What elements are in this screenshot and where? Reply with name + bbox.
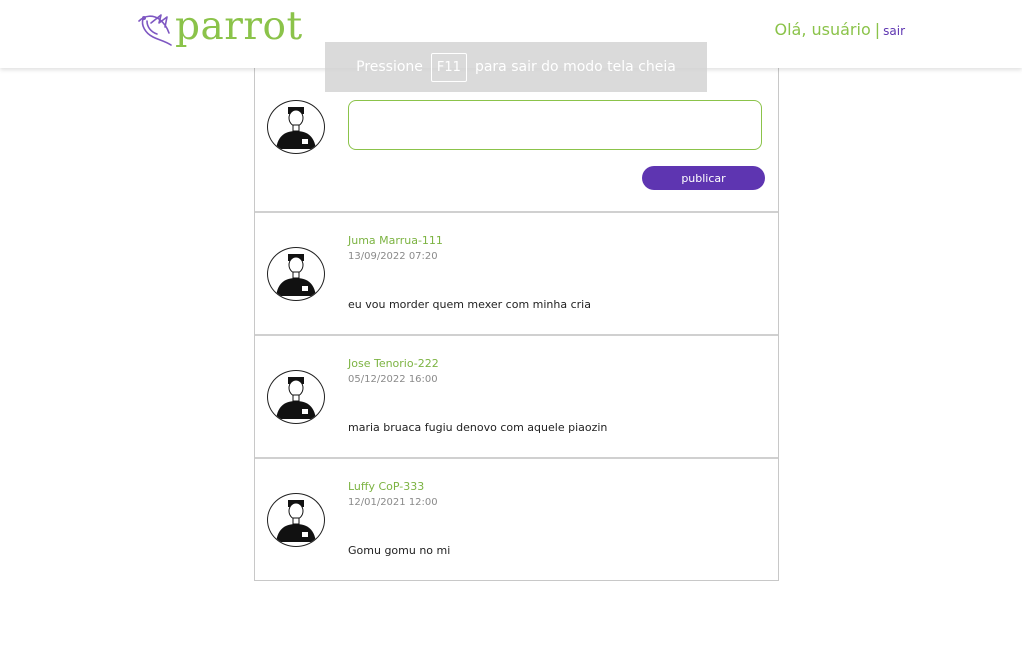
post-date: 05/12/2022 16:00	[348, 374, 438, 385]
post-item: Jose Tenorio-222 05/12/2022 16:00 maria …	[255, 336, 778, 459]
notice-text-after: para sair do modo tela cheia	[474, 59, 676, 75]
person-avatar-icon	[276, 500, 316, 542]
user-avatar	[267, 100, 325, 154]
post-date: 13/09/2022 07:20	[348, 251, 438, 262]
author-avatar	[267, 493, 325, 547]
greeting-text: Olá, usuário	[774, 20, 871, 39]
person-avatar-icon	[276, 254, 316, 296]
post-item: Luffy CoP-333 12/01/2021 12:00 Gomu gomu…	[255, 459, 778, 581]
post-item: Juma Marrua-111 13/09/2022 07:20 eu vou …	[255, 213, 778, 336]
parrot-logo-icon	[138, 14, 172, 46]
post-text: maria bruaca fugiu denovo com aquele pia…	[348, 421, 608, 434]
person-avatar-icon	[276, 107, 316, 149]
post-author[interactable]: Luffy CoP-333	[348, 480, 424, 493]
publish-button[interactable]: publicar	[642, 166, 765, 190]
f11-key-badge: F11	[430, 52, 467, 82]
post-text: Gomu gomu no mi	[348, 544, 451, 557]
logout-link[interactable]: sair	[883, 24, 905, 38]
post-author[interactable]: Jose Tenorio-222	[348, 357, 439, 370]
logo[interactable]: parrot	[137, 6, 303, 48]
user-greeting: Olá, usuário | sair	[774, 20, 905, 39]
post-input[interactable]	[348, 100, 762, 150]
author-avatar	[267, 247, 325, 301]
post-author[interactable]: Juma Marrua-111	[348, 234, 443, 247]
logo-text: parrot	[175, 4, 303, 49]
post-text: eu vou morder quem mexer com minha cria	[348, 298, 591, 311]
author-avatar	[267, 370, 325, 424]
fullscreen-notice: Pressione F11 para sair do modo tela che…	[325, 42, 707, 92]
person-avatar-icon	[276, 377, 316, 419]
notice-text-before: Pressione	[356, 59, 423, 75]
greeting-separator: |	[874, 20, 881, 39]
post-date: 12/01/2021 12:00	[348, 497, 438, 508]
feed: publicar Juma Marrua-111 13/09/2022 07:2…	[254, 68, 779, 581]
